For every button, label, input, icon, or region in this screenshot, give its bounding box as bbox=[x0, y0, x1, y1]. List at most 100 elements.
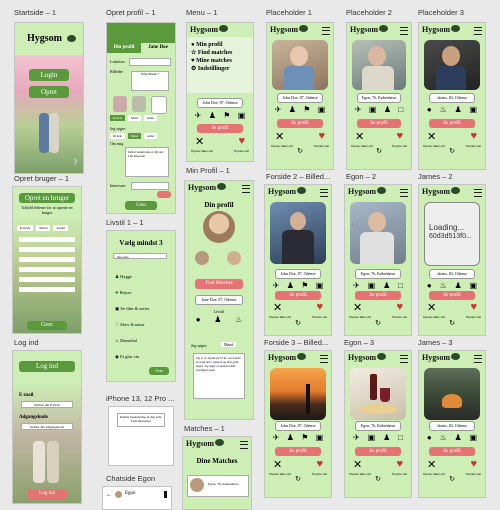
reject-x-icon[interactable]: ✕ bbox=[353, 301, 362, 314]
option-andet[interactable]: Andet bbox=[143, 115, 158, 121]
profile-photo[interactable] bbox=[270, 368, 326, 420]
gem-button[interactable]: Gem bbox=[27, 321, 67, 330]
login-button[interactable]: Log ind bbox=[27, 489, 67, 499]
hamburger-menu-icon[interactable] bbox=[240, 441, 248, 449]
like-heart-icon[interactable]: ♥ bbox=[396, 130, 403, 143]
option-kvinde[interactable]: Kvinde bbox=[110, 133, 125, 139]
find-matches-button[interactable]: Find Matches bbox=[195, 279, 243, 289]
lifestyle-item-film[interactable]: ▣ Se film & serier bbox=[115, 301, 149, 317]
profile-photo[interactable] bbox=[350, 202, 406, 264]
gem-button[interactable]: Gem bbox=[125, 201, 157, 210]
refresh-icon[interactable]: ↻ bbox=[267, 147, 333, 155]
hamburger-menu-icon[interactable] bbox=[400, 189, 408, 197]
hamburger-menu-icon[interactable] bbox=[242, 185, 250, 193]
profile-photo[interactable] bbox=[424, 40, 480, 90]
option-andet[interactable]: Andet bbox=[143, 133, 158, 139]
profile-photo[interactable] bbox=[424, 368, 480, 420]
like-heart-icon[interactable]: ♥ bbox=[318, 130, 325, 143]
gem-button[interactable]: Gem bbox=[149, 367, 169, 375]
login-button[interactable]: Login bbox=[29, 69, 69, 81]
lifestyle-item-dansehal[interactable]: ♨ Dansehal bbox=[115, 333, 149, 349]
reject-x-icon[interactable]: ✕ bbox=[273, 458, 282, 471]
se-profil-button[interactable]: Se profil bbox=[275, 291, 321, 300]
refresh-icon[interactable]: ↻ bbox=[345, 475, 411, 483]
chevron-left-icon[interactable]: ‹ bbox=[351, 219, 354, 230]
om-mig-field[interactable]: Indsæt beskrivelse af dig selv. Lidt int… bbox=[125, 147, 169, 177]
refresh-icon[interactable]: ↻ bbox=[345, 319, 411, 327]
like-heart-icon[interactable]: ♥ bbox=[470, 301, 477, 314]
menu-item-find-matches[interactable]: ☆ Find matches bbox=[191, 49, 249, 57]
hamburger-menu-icon[interactable] bbox=[320, 189, 328, 197]
input-field[interactable] bbox=[19, 277, 75, 282]
se-profil-button[interactable]: Se profil bbox=[275, 447, 321, 456]
like-heart-icon[interactable]: ♥ bbox=[396, 458, 403, 471]
hamburger-menu-icon[interactable] bbox=[474, 27, 482, 35]
input-field[interactable] bbox=[19, 287, 75, 292]
description-box[interactable]: Indsæt beskrivelse af dig selv. Lidt int… bbox=[117, 413, 165, 427]
phone-icon[interactable] bbox=[164, 491, 167, 498]
se-profil-button[interactable]: Se profil bbox=[277, 119, 323, 128]
like-heart-icon[interactable]: ♥ bbox=[238, 135, 245, 148]
refresh-icon[interactable]: ↻ bbox=[265, 319, 331, 327]
interesser-field[interactable] bbox=[131, 182, 169, 190]
lokation-field[interactable] bbox=[129, 58, 171, 66]
refresh-icon[interactable]: ↻ bbox=[265, 475, 331, 483]
reject-x-icon[interactable]: ✕ bbox=[273, 301, 282, 314]
upload-box[interactable]: Tilføj billeder + bbox=[131, 71, 169, 91]
photo-thumb[interactable] bbox=[227, 251, 241, 265]
interesser-add-button[interactable] bbox=[157, 191, 171, 198]
email-field[interactable]: Indtast din E-mail bbox=[21, 401, 73, 408]
profile-photo[interactable] bbox=[352, 40, 406, 90]
reject-x-icon[interactable]: ✕ bbox=[353, 458, 362, 471]
menu-item-mine-matches[interactable]: ♥ Mine matches bbox=[191, 57, 249, 65]
input-field[interactable] bbox=[19, 267, 75, 272]
se-profil-button[interactable]: Se profil bbox=[429, 447, 475, 456]
option-mand[interactable]: Mand bbox=[127, 133, 141, 139]
se-profil-button[interactable]: Se profil bbox=[429, 291, 475, 300]
tab-din-profil[interactable]: Din profil bbox=[107, 43, 141, 53]
like-heart-icon[interactable]: ♥ bbox=[470, 130, 477, 143]
lifestyle-item-natur[interactable]: ♡ Skov & natur bbox=[115, 317, 149, 333]
hamburger-menu-icon[interactable] bbox=[322, 27, 330, 35]
input-field[interactable] bbox=[19, 237, 75, 242]
profile-photo[interactable] bbox=[270, 202, 326, 264]
se-profil-button[interactable]: Se profil bbox=[355, 291, 401, 300]
se-profil-button[interactable]: Se profil bbox=[429, 119, 475, 128]
match-item[interactable]: Egon, 76, København bbox=[187, 475, 249, 497]
reject-x-icon[interactable]: ✕ bbox=[427, 301, 436, 314]
like-heart-icon[interactable]: ♥ bbox=[316, 301, 323, 314]
reject-x-icon[interactable]: ✕ bbox=[427, 458, 436, 471]
option-kvinde[interactable]: Kvinde bbox=[17, 225, 34, 231]
input-field[interactable] bbox=[19, 247, 75, 252]
hamburger-menu-icon[interactable] bbox=[474, 189, 482, 197]
search-input[interactable]: Søg efter... bbox=[113, 253, 167, 259]
input-field[interactable] bbox=[19, 257, 75, 262]
reject-x-icon[interactable]: ✕ bbox=[275, 130, 284, 143]
lifestyle-item-rejser[interactable]: ✈ Rejser bbox=[115, 285, 149, 301]
reject-x-icon[interactable]: ✕ bbox=[427, 130, 436, 143]
option-kvinde[interactable]: Kvinde bbox=[110, 115, 125, 121]
option-andet[interactable]: Andet bbox=[53, 225, 69, 231]
photo-thumb[interactable] bbox=[195, 251, 209, 265]
refresh-icon[interactable]: ↻ bbox=[419, 319, 485, 327]
profile-photo[interactable] bbox=[272, 40, 328, 90]
like-heart-icon[interactable]: ♥ bbox=[316, 458, 323, 471]
option-mand[interactable]: Mand bbox=[36, 225, 51, 231]
option-mand[interactable]: Mand bbox=[127, 115, 141, 121]
opret-button[interactable]: Opret bbox=[29, 86, 69, 98]
password-field[interactable]: Indtast din adgangskode bbox=[21, 423, 73, 430]
reject-x-icon[interactable]: ✕ bbox=[195, 135, 204, 148]
like-heart-icon[interactable]: ♥ bbox=[396, 301, 403, 314]
refresh-icon[interactable]: ↻ bbox=[347, 147, 411, 155]
like-heart-icon[interactable]: ♥ bbox=[470, 458, 477, 471]
se-profil-button[interactable]: Se profil bbox=[357, 119, 401, 128]
se-profil-button[interactable]: Se profil bbox=[197, 124, 243, 133]
hamburger-menu-icon[interactable] bbox=[400, 27, 408, 35]
refresh-icon[interactable]: ↻ bbox=[419, 475, 485, 483]
menu-item-min-profil[interactable]: ● Min profil bbox=[191, 41, 249, 49]
hamburger-menu-icon[interactable] bbox=[320, 355, 328, 363]
tab-name[interactable]: Jane Doe bbox=[141, 43, 175, 53]
reject-x-icon[interactable]: ✕ bbox=[355, 130, 364, 143]
se-profil-button[interactable]: Se profil bbox=[355, 447, 401, 456]
lifestyle-item-vin[interactable]: ◉ Et glas vin bbox=[115, 349, 149, 365]
